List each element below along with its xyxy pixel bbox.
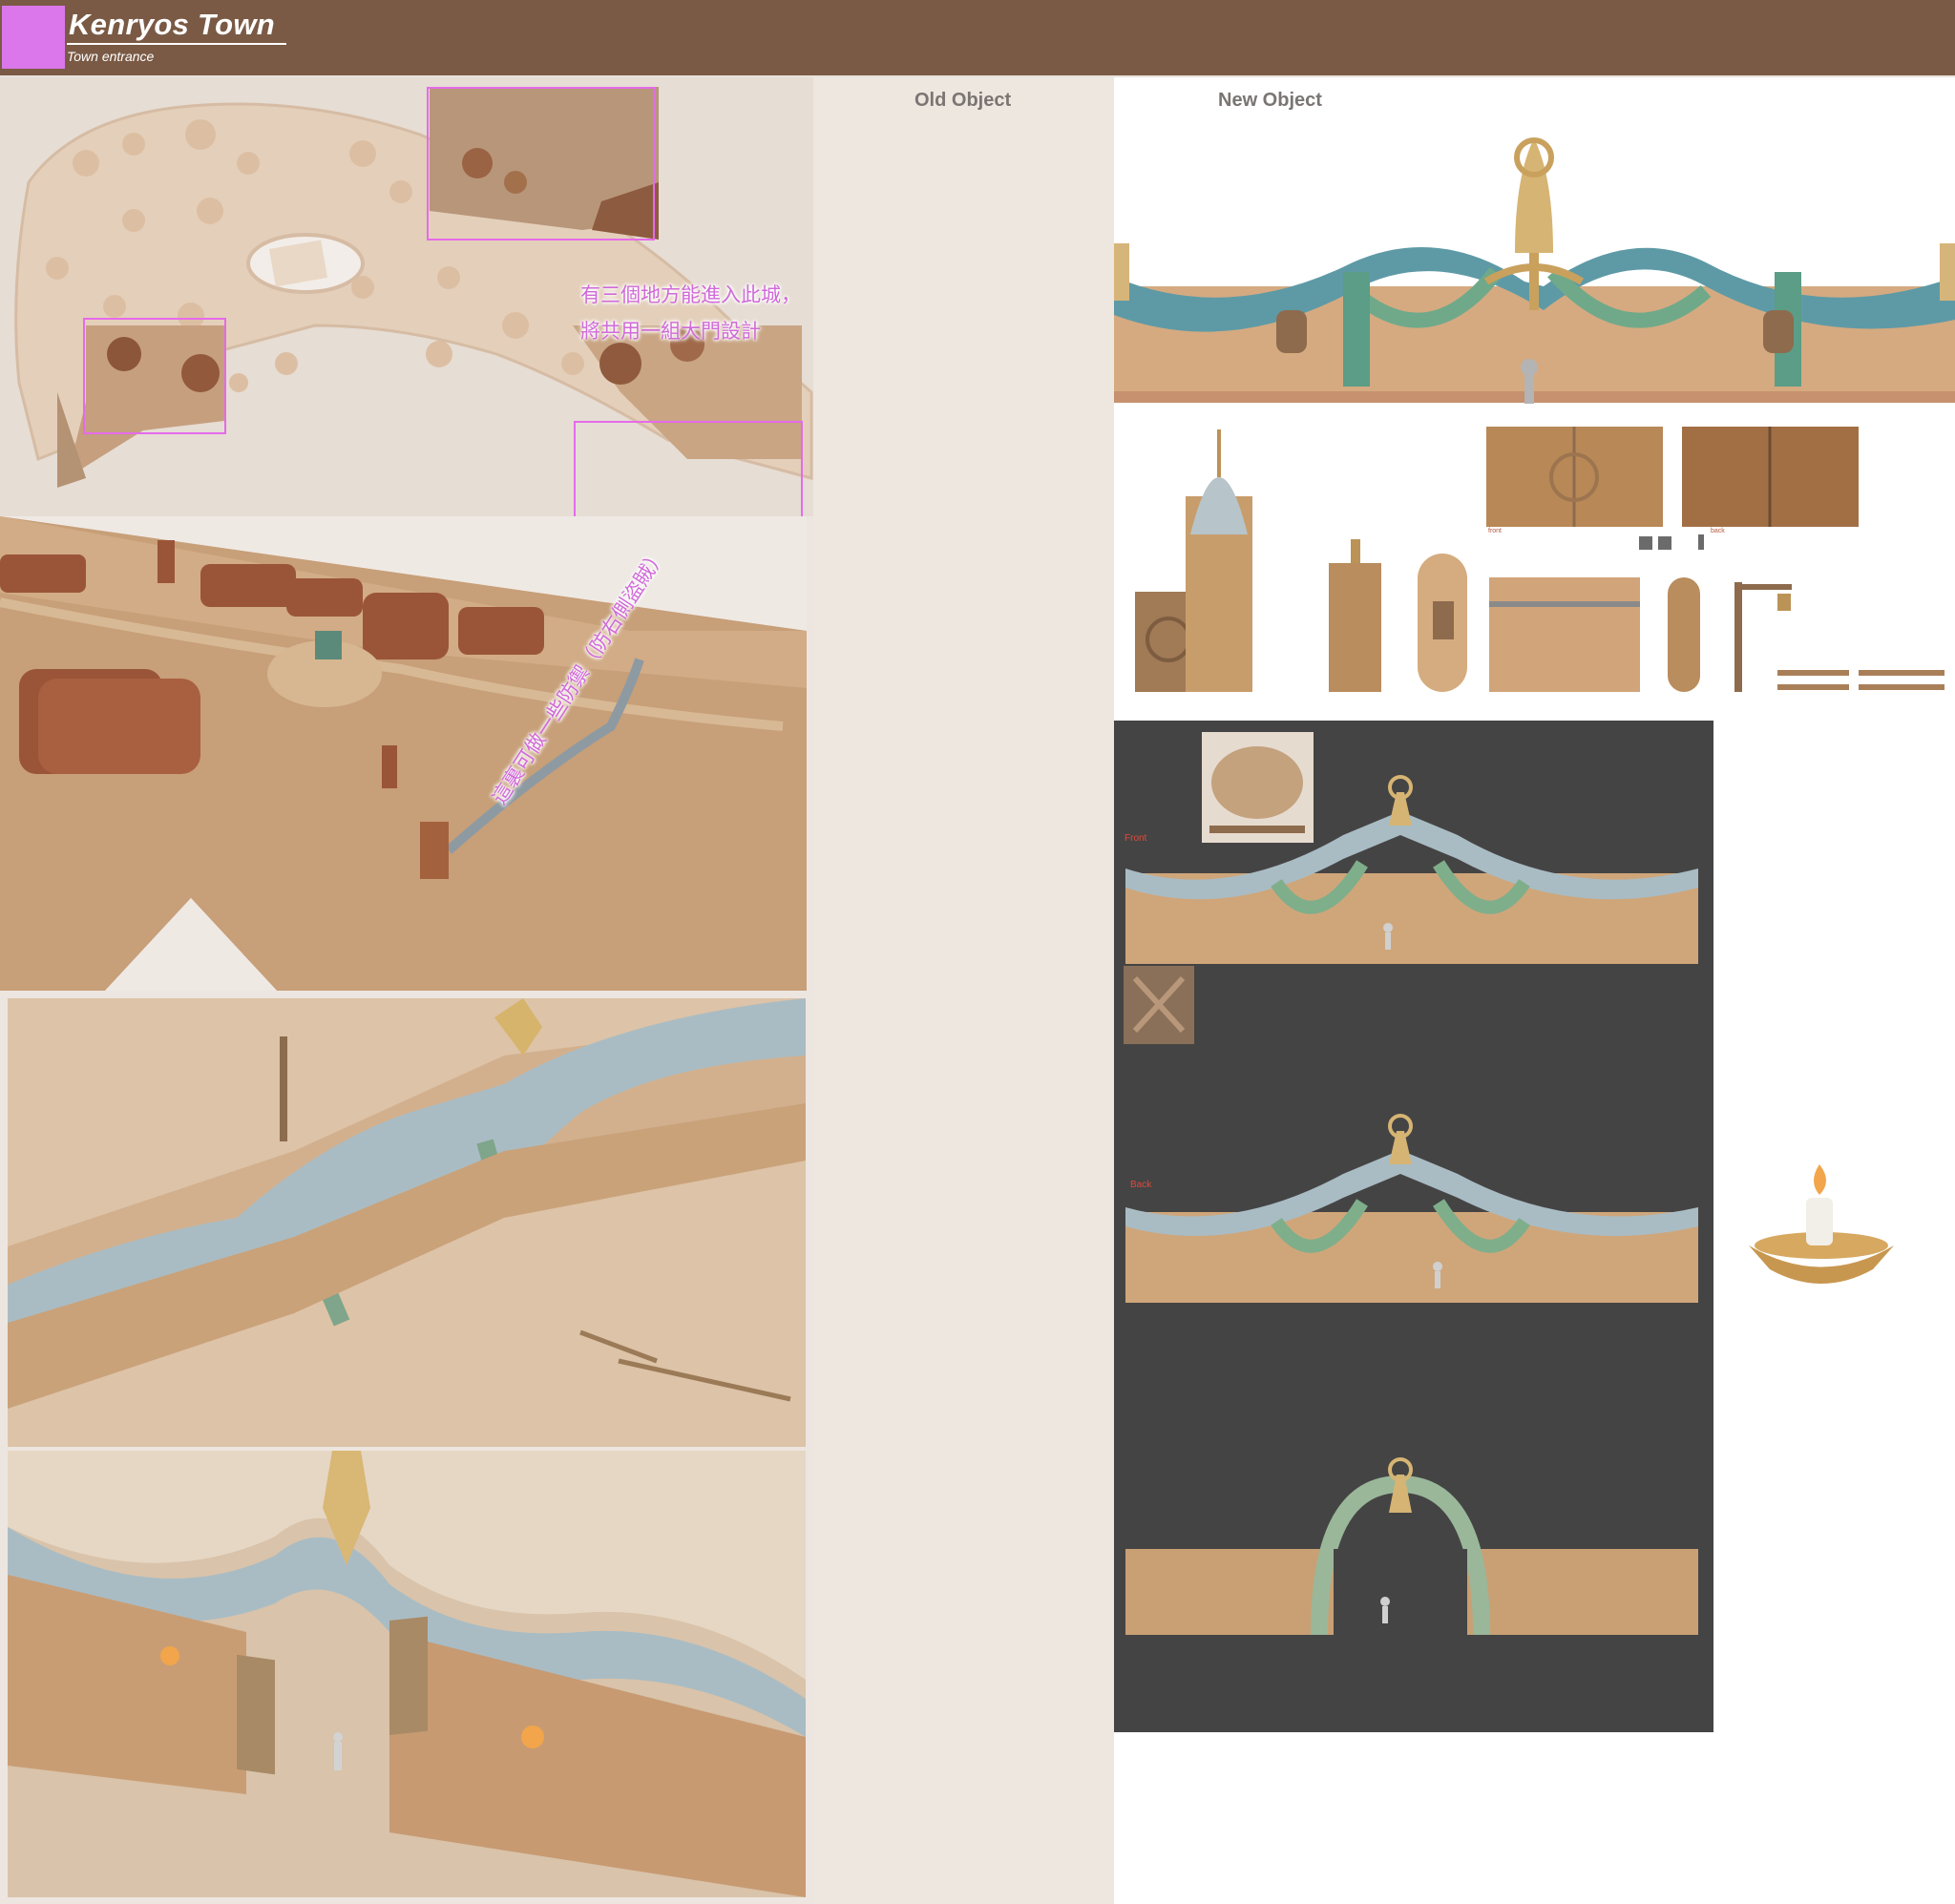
front-view-label: Front: [1125, 833, 1147, 844]
gate-views-panel: [1114, 721, 1713, 1732]
gate-closeup-render: [8, 1451, 806, 1897]
door-front-label: front: [1488, 528, 1503, 534]
entrance-highlight-top: [427, 87, 655, 241]
title-underline: [67, 43, 286, 45]
old-object-column: [813, 77, 1114, 1904]
gate-back-view: [1125, 1114, 1698, 1303]
title-bar: Kenryos Town Town entrance: [0, 0, 1955, 77]
gate-front-elevation: [1114, 119, 1955, 410]
gate-frame-view: [1125, 1457, 1698, 1636]
candle-holder-render: [1739, 1155, 1903, 1298]
door-back-label: back: [1711, 528, 1725, 534]
entrance-highlight-left: [83, 318, 226, 434]
new-object-label: New Object: [1218, 90, 1322, 111]
old-object-label: Old Object: [914, 90, 1012, 111]
page-subtitle: Town entrance: [67, 49, 155, 64]
entrance-note-line2: 將共用一組大門設計: [580, 320, 761, 343]
color-swatch: [2, 6, 65, 69]
gate-parts-sheet: [1114, 420, 1955, 706]
entrance-note: 有三個地方能進入此城， 將共用一組大門設計: [580, 277, 801, 349]
desert-terrain-render: [0, 516, 807, 991]
entrance-note-line1: 有三個地方能進入此城，: [580, 283, 801, 306]
page-title: Kenryos Town: [69, 8, 276, 41]
gate-perspective-render: [8, 998, 806, 1447]
back-view-label: Back: [1130, 1180, 1152, 1190]
